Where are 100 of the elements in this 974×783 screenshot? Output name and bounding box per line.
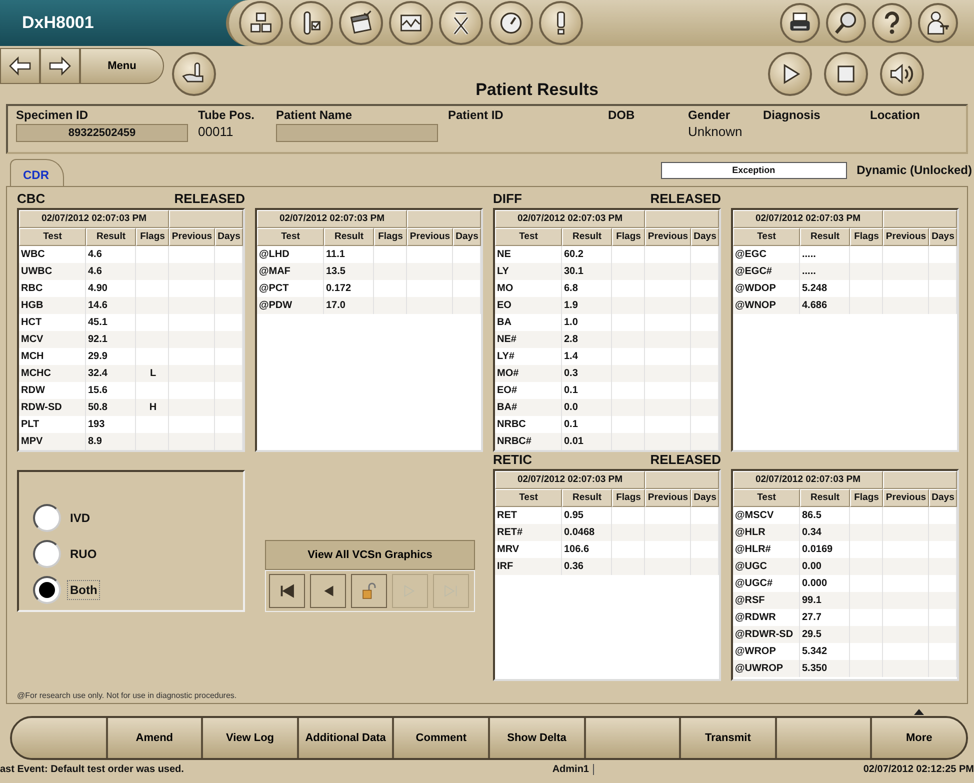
gauge-icon: [498, 10, 524, 36]
timestamp-header: 02/07/2012 02:07:03 PM: [733, 471, 883, 489]
toolbar-button[interactable]: [339, 1, 383, 45]
table-cell: 4.686: [800, 297, 850, 314]
timestamp-header: 02/07/2012 02:07:03 PM: [257, 210, 407, 228]
screen-title: Patient Results: [474, 80, 600, 101]
table-cell: 50.8: [86, 399, 136, 416]
section-title: RETIC: [493, 452, 532, 469]
column-header: Flags: [374, 228, 407, 246]
column-header: Previous: [169, 228, 215, 246]
column-header: Test: [733, 228, 800, 246]
blank-button[interactable]: [586, 718, 682, 758]
tab[interactable]: CDR: [10, 159, 64, 186]
table-cell: [850, 524, 883, 541]
control-button[interactable]: [880, 52, 924, 96]
column-header: Previous: [883, 489, 929, 507]
table-cell: 32.4: [86, 365, 136, 382]
radio-button[interactable]: [33, 576, 61, 604]
table-cell: 0.34: [800, 524, 850, 541]
toolbar-button[interactable]: [489, 1, 533, 45]
field-label: Specimen ID: [16, 108, 90, 122]
table-cell: EO: [495, 297, 562, 314]
table-cell: [929, 263, 957, 280]
action-button[interactable]: Additional Data: [298, 718, 394, 758]
table-cell: [691, 433, 719, 450]
table-cell: [169, 331, 215, 348]
table-cell: 99.1: [800, 592, 850, 609]
toolbar-button[interactable]: [539, 1, 583, 45]
menu-button[interactable]: Menu: [80, 48, 164, 84]
action-button[interactable]: Transmit: [681, 718, 777, 758]
pager-button[interactable]: [269, 574, 305, 608]
search-icon: [833, 10, 859, 36]
table-cell: .....: [800, 263, 850, 280]
toolbar-button[interactable]: [239, 1, 283, 45]
table-cell: [136, 263, 169, 280]
table-cell: MCHC: [19, 365, 86, 382]
blank-button[interactable]: [776, 718, 872, 758]
table-cell: [691, 297, 719, 314]
blank-button[interactable]: [12, 718, 108, 758]
table-cell: @RDWR-SD: [733, 626, 800, 643]
table-cell: 0.0: [562, 399, 612, 416]
table-cell: [691, 558, 719, 575]
toolbar-button[interactable]: [918, 3, 958, 43]
table-cell: [215, 433, 243, 450]
table-cell: [883, 626, 929, 643]
action-button[interactable]: View Log: [203, 718, 299, 758]
table-cell: RDW-SD: [19, 399, 86, 416]
action-button[interactable]: Amend: [108, 718, 204, 758]
table-cell: 30.1: [562, 263, 612, 280]
control-button[interactable]: [824, 52, 868, 96]
timestamp-header: 02/07/2012 02:07:03 PM: [495, 471, 645, 489]
table-cell: [850, 263, 883, 280]
section-title: CBC: [17, 191, 46, 208]
table-cell: [645, 558, 691, 575]
table-cell: [645, 433, 691, 450]
nav-button[interactable]: [40, 48, 80, 84]
arrow-left-icon: [8, 54, 32, 78]
table-cell: [136, 433, 169, 450]
column-header: Days: [215, 228, 243, 246]
control-button[interactable]: [768, 52, 812, 96]
table-cell: [929, 297, 957, 314]
toolbar-button[interactable]: [289, 1, 333, 45]
column-header: Previous: [407, 228, 453, 246]
radio-button[interactable]: [33, 504, 61, 532]
column-header: Test: [257, 228, 324, 246]
toolbar-button[interactable]: [439, 1, 483, 45]
column-header: Result: [800, 228, 850, 246]
padlock-icon: [360, 582, 378, 600]
action-button[interactable]: Comment: [394, 718, 490, 758]
arrow-right-icon: [48, 54, 72, 78]
table-cell: [691, 331, 719, 348]
table-cell: 0.00: [800, 558, 850, 575]
table-cell: HGB: [19, 297, 86, 314]
calendar-icon: [348, 10, 374, 36]
toolbar-button[interactable]: [826, 3, 866, 43]
toolbar-button[interactable]: [872, 3, 912, 43]
action-button[interactable]: Show Delta: [490, 718, 586, 758]
table-cell: [374, 297, 407, 314]
speaker-icon: [889, 61, 915, 87]
table-cell: [883, 297, 929, 314]
table-cell: @MAF: [257, 263, 324, 280]
table-cell: [645, 524, 691, 541]
table-cell: [169, 297, 215, 314]
section-status: RELEASED: [174, 191, 245, 208]
toolbar-button[interactable]: [780, 3, 820, 43]
nav-button[interactable]: [0, 48, 40, 84]
table-cell: [612, 433, 645, 450]
table-cell: [169, 433, 215, 450]
table-cell: [169, 399, 215, 416]
table-cell: [136, 297, 169, 314]
radio-button[interactable]: [33, 540, 61, 568]
column-header: Test: [19, 228, 86, 246]
pager-button[interactable]: [310, 574, 346, 608]
table-cell: [645, 263, 691, 280]
toolbar-button[interactable]: [389, 1, 433, 45]
graphics-button[interactable]: View All VCSn Graphics: [265, 540, 475, 570]
table-cell: [612, 524, 645, 541]
pager-button[interactable]: [351, 574, 387, 608]
column-header: Result: [800, 489, 850, 507]
toolbar-button[interactable]: [172, 52, 216, 96]
